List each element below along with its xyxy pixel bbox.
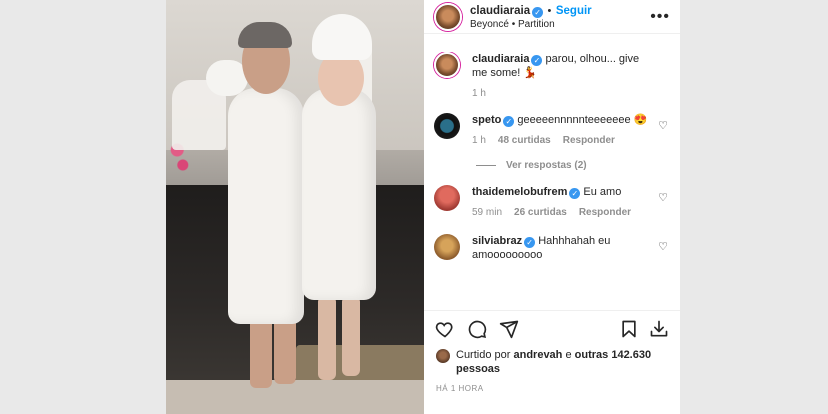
share-icon[interactable] <box>498 318 520 340</box>
person-leg <box>342 296 360 376</box>
comment-likes[interactable]: 26 curtidas <box>514 206 567 220</box>
download-icon[interactable] <box>648 318 670 340</box>
likes-prefix: Curtido por <box>456 349 511 361</box>
comment-meta: 1 h 48 curtidas Responder <box>472 134 650 148</box>
bathrobe-man <box>228 88 304 324</box>
reply-button[interactable]: Responder <box>579 206 631 220</box>
caption: claudiaraia ✓ parou, olhou... give me som… <box>434 52 670 101</box>
header-text: claudiaraia ✓ • Seguir Beyoncé • Partitio… <box>470 3 650 31</box>
comment-item: silviabraz ✓ Hahhhahah eu amooooooooo ♡ <box>434 234 670 262</box>
likes-text: Curtido por andrevah e outras 142.630 pe… <box>456 348 672 376</box>
reply-button[interactable]: Responder <box>563 134 615 148</box>
comment-body: silviabraz ✓ Hahhhahah eu amooooooooo <box>472 234 670 262</box>
caption-username[interactable]: claudiaraia <box>472 53 529 65</box>
post-video[interactable] <box>166 0 424 414</box>
separator-dot: • <box>547 4 552 17</box>
person-hair <box>238 22 292 48</box>
comment-text: Eu amo <box>583 186 622 198</box>
post-header: claudiaraia ✓ • Seguir Beyoncé • Partitio… <box>424 0 680 34</box>
comment-icon[interactable] <box>466 318 488 340</box>
view-replies-button[interactable]: Ver respostas (2) <box>476 160 670 171</box>
person-leg <box>274 318 296 384</box>
verified-icon: ✓ <box>503 116 515 127</box>
floor <box>166 380 424 414</box>
comments-list[interactable]: claudiaraia ✓ parou, olhou... give me som… <box>424 52 680 308</box>
more-options-icon[interactable]: ••• <box>650 8 670 26</box>
heart-icon[interactable]: ♡ <box>658 191 668 204</box>
audio-track[interactable]: Beyoncé • Partition <box>470 18 650 31</box>
verified-icon: ✓ <box>524 237 536 248</box>
likes-middle: e <box>565 349 572 361</box>
avatar[interactable] <box>434 113 460 139</box>
comment-time[interactable]: 1 h <box>472 134 486 148</box>
comment-item: thaidemelobufrem ✓ Eu amo 59 min 26 curti… <box>434 185 670 220</box>
comment-likes[interactable]: 48 curtidas <box>498 134 551 148</box>
bathrobe-woman <box>302 88 376 300</box>
avatar[interactable] <box>434 185 460 211</box>
comment-text: geeeeennnnnteeeeeee 😍 <box>517 114 648 126</box>
heart-icon[interactable]: ♡ <box>658 119 668 132</box>
verified-icon: ✓ <box>531 55 543 66</box>
liker-username[interactable]: andrevah <box>513 349 562 361</box>
post-actions-bar <box>424 310 680 346</box>
avatar[interactable] <box>434 52 460 78</box>
person-leg <box>318 296 336 380</box>
follow-button[interactable]: Seguir <box>556 5 592 17</box>
verified-icon: ✓ <box>569 188 581 199</box>
comment-body: thaidemelobufrem ✓ Eu amo 59 min 26 curti… <box>472 185 670 220</box>
bookmark-icon[interactable] <box>618 318 640 340</box>
comment-username[interactable]: speto <box>472 114 501 126</box>
replies-line <box>476 165 496 166</box>
avatar[interactable] <box>434 2 462 31</box>
comment-meta: 59 min 26 curtidas Responder <box>472 206 650 220</box>
likes-summary: Curtido por andrevah e outras 142.630 pe… <box>436 348 672 376</box>
view-replies-label: Ver respostas (2) <box>506 160 587 171</box>
comment-item: speto ✓ geeeeennnnnteeeeeee 😍 1 h 48 curt… <box>434 113 670 148</box>
person-leg <box>250 318 272 388</box>
comment-body: speto ✓ geeeeennnnnteeeeeee 😍 1 h 48 curt… <box>472 113 670 148</box>
post-timestamp[interactable]: HÁ 1 HORA <box>436 384 484 393</box>
author-username[interactable]: claudiaraia <box>470 5 530 17</box>
comment-username[interactable]: silviabraz <box>472 235 522 247</box>
heart-icon[interactable] <box>434 318 456 340</box>
caption-body: claudiaraia ✓ parou, olhou... give me som… <box>472 52 670 101</box>
post-side-panel: claudiaraia ✓ • Seguir Beyoncé • Partitio… <box>424 0 680 414</box>
caption-time[interactable]: 1 h <box>472 87 486 101</box>
heart-icon[interactable]: ♡ <box>658 240 668 253</box>
comment-username[interactable]: thaidemelobufrem <box>472 186 567 198</box>
verified-icon: ✓ <box>532 6 544 18</box>
caption-meta: 1 h <box>472 87 650 101</box>
avatar[interactable] <box>434 234 460 260</box>
comment-time[interactable]: 59 min <box>472 206 502 220</box>
avatar[interactable] <box>436 349 450 363</box>
post-modal: claudiaraia ✓ • Seguir Beyoncé • Partitio… <box>166 0 680 414</box>
